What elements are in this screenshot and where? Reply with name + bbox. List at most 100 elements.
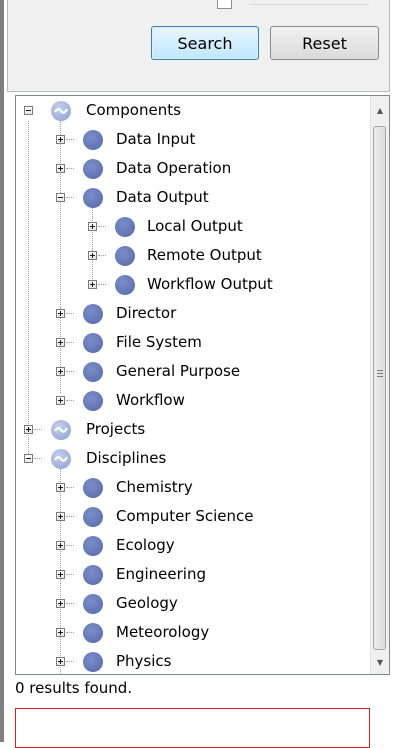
component-node-icon	[83, 478, 103, 498]
component-node-icon	[83, 507, 103, 527]
expand-icon[interactable]	[88, 222, 97, 231]
expand-icon[interactable]	[88, 251, 97, 260]
tree-node-label: Components	[86, 101, 181, 119]
collapse-icon[interactable]	[24, 454, 33, 463]
component-node-icon	[83, 333, 103, 353]
expand-icon[interactable]	[56, 338, 65, 347]
message-box	[15, 708, 370, 748]
tree-node-chemistry[interactable]: Chemistry	[16, 474, 371, 503]
component-node-icon	[83, 304, 103, 324]
vertical-scrollbar[interactable]: ▲ ▼	[370, 96, 389, 674]
expand-icon[interactable]	[88, 280, 97, 289]
category-icon	[51, 101, 71, 121]
component-node-icon	[115, 217, 135, 237]
tree-node-label: Meteorology	[116, 623, 210, 641]
expand-icon[interactable]	[56, 309, 65, 318]
tree-connector	[98, 284, 106, 285]
expand-icon[interactable]	[56, 570, 65, 579]
tree-connector	[66, 487, 74, 488]
component-node-icon	[83, 536, 103, 556]
component-tree[interactable]: Components Data Input Data Operation Dat…	[15, 95, 390, 675]
expand-icon[interactable]	[56, 628, 65, 637]
category-icon	[51, 420, 71, 440]
tree-node-data-operation[interactable]: Data Operation	[16, 155, 371, 184]
tree-node-label: Workflow	[116, 391, 185, 409]
tree-node-geology[interactable]: Geology	[16, 590, 371, 619]
tree-node-data-input[interactable]: Data Input	[16, 126, 371, 155]
tree-connector	[66, 168, 74, 169]
tree-node-components[interactable]: Components	[16, 97, 371, 126]
option-checkbox[interactable]	[217, 0, 232, 9]
tree-node-computer-science[interactable]: Computer Science	[16, 503, 371, 532]
grip-icon	[377, 373, 383, 374]
tree-node-general-purpose[interactable]: General Purpose	[16, 358, 371, 387]
expand-icon[interactable]	[56, 367, 65, 376]
tree-node-engineering[interactable]: Engineering	[16, 561, 371, 590]
tree-node-meteorology[interactable]: Meteorology	[16, 619, 371, 648]
expand-icon[interactable]	[24, 425, 33, 434]
tree-node-physics[interactable]: Physics	[16, 648, 371, 674]
expand-icon[interactable]	[56, 657, 65, 666]
component-node-icon	[83, 130, 103, 150]
tree-node-ecology[interactable]: Ecology	[16, 532, 371, 561]
tree-node-data-output[interactable]: Data Output	[16, 184, 371, 213]
tree-node-local-output[interactable]: Local Output	[16, 213, 371, 242]
component-node-icon	[83, 565, 103, 585]
tree-node-label: Computer Science	[116, 507, 254, 525]
grip-icon	[377, 376, 383, 377]
expand-icon[interactable]	[56, 483, 65, 492]
component-node-icon	[83, 623, 103, 643]
expand-icon[interactable]	[56, 396, 65, 405]
expand-icon[interactable]	[56, 164, 65, 173]
tree-node-label: Chemistry	[116, 478, 193, 496]
tree-node-label: Local Output	[147, 217, 243, 235]
results-status: 0 results found.	[15, 679, 133, 697]
component-node-icon	[83, 159, 103, 179]
scrollbar-thumb[interactable]	[373, 126, 386, 650]
component-node-icon	[83, 188, 103, 208]
tree-connector	[66, 400, 74, 401]
tree-connector	[66, 313, 74, 314]
search-button[interactable]: Search	[151, 26, 259, 60]
tree-connector	[66, 197, 74, 198]
tree-node-label: Engineering	[116, 565, 206, 583]
search-panel: Search Reset	[7, 0, 390, 92]
tree-node-label: File System	[116, 333, 202, 351]
tree-connector	[34, 429, 42, 430]
component-node-icon	[83, 391, 103, 411]
tree-node-label: Projects	[86, 420, 146, 438]
tree-node-workflow-output[interactable]: Workflow Output	[16, 271, 371, 300]
tree-node-label: Data Output	[116, 188, 209, 206]
tree-node-label: Geology	[116, 594, 178, 612]
tree-connector	[66, 603, 74, 604]
tree-connector	[66, 342, 74, 343]
tree-connector	[98, 255, 106, 256]
category-icon	[51, 449, 71, 469]
component-node-icon	[83, 652, 103, 672]
reset-button[interactable]: Reset	[270, 26, 379, 60]
collapse-icon[interactable]	[56, 193, 65, 202]
tree-node-projects[interactable]: Projects	[16, 416, 371, 445]
tree-node-workflow[interactable]: Workflow	[16, 387, 371, 416]
scroll-up-icon[interactable]: ▲	[371, 100, 389, 120]
tree-node-file-system[interactable]: File System	[16, 329, 371, 358]
tree-node-label: Workflow Output	[147, 275, 273, 293]
tree-node-label: General Purpose	[116, 362, 241, 380]
scroll-down-icon[interactable]: ▼	[371, 652, 389, 672]
tree-node-disciplines[interactable]: Disciplines	[16, 445, 371, 474]
panel-divider	[249, 4, 369, 5]
expand-icon[interactable]	[56, 599, 65, 608]
tree-connector	[66, 632, 74, 633]
expand-icon[interactable]	[56, 512, 65, 521]
tree-connector	[66, 574, 74, 575]
expand-icon[interactable]	[56, 541, 65, 550]
tree-node-director[interactable]: Director	[16, 300, 371, 329]
tree-connector	[98, 226, 106, 227]
tree-connector	[66, 545, 74, 546]
tree-node-label: Disciplines	[86, 449, 167, 467]
tree-node-remote-output[interactable]: Remote Output	[16, 242, 371, 271]
collapse-icon[interactable]	[24, 106, 33, 115]
tree-node-label: Data Input	[116, 130, 196, 148]
component-node-icon	[115, 275, 135, 295]
expand-icon[interactable]	[56, 135, 65, 144]
